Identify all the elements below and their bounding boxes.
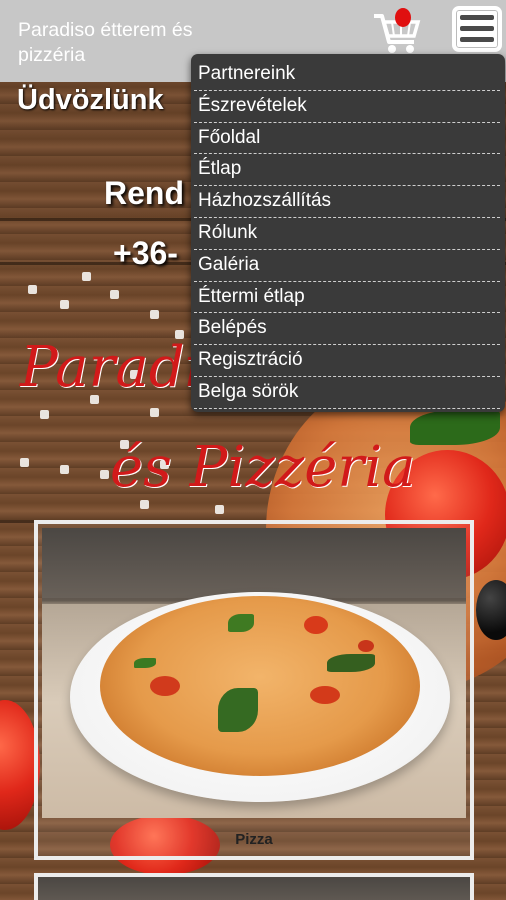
product-caption[interactable]: Pizza: [38, 831, 470, 848]
order-heading: Rend: [104, 175, 184, 211]
menu-item-hazhozszallitas[interactable]: Házhozszállítás: [194, 186, 500, 218]
menu-item-rolunk[interactable]: Rólunk: [194, 218, 500, 250]
menu-button[interactable]: [452, 6, 502, 52]
product-card[interactable]: [34, 873, 474, 900]
menu-item-etlap[interactable]: Étlap: [194, 154, 500, 187]
menu-item-belepes[interactable]: Belépés: [194, 313, 500, 346]
welcome-heading: Üdvözlünk: [17, 84, 164, 116]
nav-dropdown-menu: Partnereink Észrevételek Főoldal Étlap H…: [191, 54, 505, 412]
menu-item-eszrevetelek[interactable]: Észrevételek: [194, 91, 500, 123]
pizza-photo: [42, 528, 466, 818]
phone-number[interactable]: +36-: [113, 235, 178, 272]
menu-item-partnereink[interactable]: Partnereink: [194, 59, 500, 91]
menu-item-galeria[interactable]: Galéria: [194, 250, 500, 282]
cart-button[interactable]: [372, 6, 422, 56]
menu-item-belga-sorok[interactable]: Belga sörök: [194, 377, 500, 409]
logo-line-2: és Pizzéria: [110, 435, 416, 500]
cart-badge: [395, 8, 411, 27]
menu-item-regisztracio[interactable]: Regisztráció: [194, 345, 500, 377]
menu-item-fooldal[interactable]: Főoldal: [194, 123, 500, 155]
product-card[interactable]: Pizza: [34, 520, 474, 860]
menu-item-ettermi-etlap[interactable]: Éttermi étlap: [194, 282, 500, 314]
